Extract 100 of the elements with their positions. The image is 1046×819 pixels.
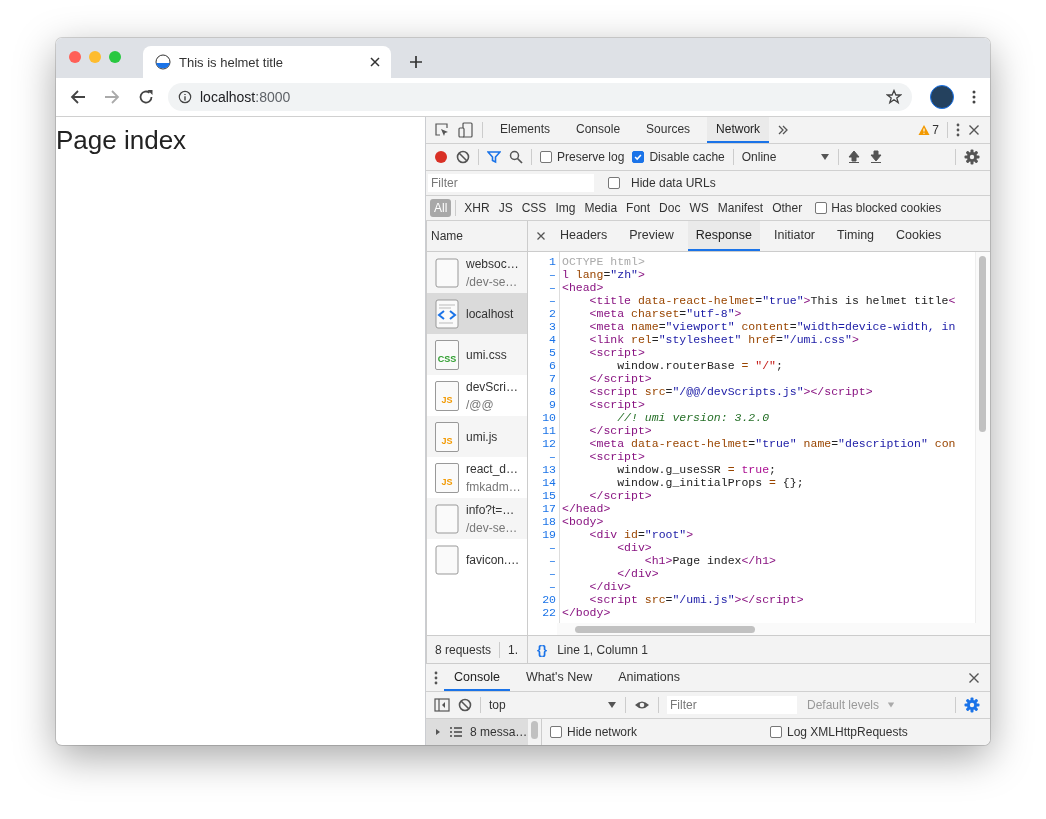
type-filter[interactable]: Manifest bbox=[713, 199, 768, 217]
column-header[interactable]: Name bbox=[431, 229, 463, 243]
avatar[interactable] bbox=[930, 85, 954, 109]
pretty-print-button[interactable]: {} bbox=[537, 642, 548, 657]
devtools-tab[interactable]: Network bbox=[707, 117, 770, 143]
device-toolbar-icon[interactable] bbox=[458, 122, 474, 138]
devtools-tab[interactable]: Sources bbox=[637, 117, 700, 143]
more-tabs-icon[interactable] bbox=[777, 124, 790, 136]
clear-icon[interactable] bbox=[456, 150, 470, 164]
record-icon[interactable] bbox=[434, 150, 448, 164]
line-number: – bbox=[548, 580, 556, 593]
search-icon[interactable] bbox=[509, 150, 523, 164]
scrollbar-thumb[interactable] bbox=[531, 721, 539, 739]
script-file-icon: JS bbox=[435, 380, 459, 411]
line-number: 14 bbox=[541, 476, 556, 489]
download-icon[interactable] bbox=[868, 150, 883, 164]
code-line: <link rel="stylesheet" href="/umi.css"> bbox=[588, 333, 859, 346]
scrollbar-thumb[interactable] bbox=[575, 626, 755, 633]
code-line: <script> bbox=[588, 346, 645, 359]
checkbox[interactable] bbox=[815, 202, 828, 214]
settings-icon[interactable] bbox=[964, 697, 980, 713]
upload-icon[interactable] bbox=[846, 150, 861, 164]
cursor-position: Line 1, Column 1 bbox=[557, 642, 648, 657]
request-path: /dev-se… bbox=[466, 274, 519, 289]
address-host: localhost bbox=[200, 89, 256, 105]
star-icon[interactable] bbox=[886, 89, 902, 105]
filter-icon[interactable] bbox=[487, 150, 501, 164]
drawer-tab[interactable]: Animations bbox=[608, 664, 690, 691]
type-filter[interactable]: WS bbox=[685, 199, 713, 217]
detail-tab[interactable]: Timing bbox=[829, 221, 883, 251]
request-row[interactable]: CSS umi.css bbox=[427, 334, 527, 375]
document-icon bbox=[435, 544, 459, 575]
close-icon[interactable] bbox=[968, 124, 980, 136]
request-row[interactable]: info?t=… /dev-se… bbox=[427, 498, 527, 539]
code-line: </div> bbox=[616, 567, 659, 580]
checkbox[interactable] bbox=[770, 726, 782, 738]
drawer-menu-icon[interactable] bbox=[434, 669, 438, 686]
type-filter[interactable]: CSS bbox=[517, 199, 551, 217]
checkbox[interactable] bbox=[608, 177, 620, 189]
detail-tab[interactable]: Cookies bbox=[888, 221, 950, 251]
address-bar[interactable]: localhost:8000 bbox=[168, 83, 912, 111]
devtools-tab[interactable]: Console bbox=[567, 117, 630, 143]
code-line: l lang="zh"> bbox=[562, 268, 645, 281]
drawer-tab[interactable]: Console bbox=[444, 664, 510, 691]
scrollbar-thumb[interactable] bbox=[979, 256, 986, 432]
detail-tab[interactable]: Preview bbox=[621, 221, 682, 251]
messages-item[interactable]: 8 messa… bbox=[426, 719, 529, 745]
dropdown-arrow-icon bbox=[607, 700, 617, 710]
checkbox[interactable] bbox=[550, 726, 562, 738]
type-filter[interactable]: Other bbox=[768, 199, 807, 217]
code-line: </head> bbox=[562, 502, 611, 515]
context-dropdown[interactable]: top bbox=[489, 698, 599, 712]
checkbox-label: Preserve log bbox=[557, 150, 625, 164]
type-filter[interactable]: Doc bbox=[655, 199, 685, 217]
clear-icon[interactable] bbox=[458, 698, 472, 712]
more-options-icon[interactable] bbox=[956, 122, 960, 138]
request-row[interactable]: JS umi.js bbox=[427, 416, 527, 457]
warning-count[interactable]: 7 bbox=[932, 123, 939, 137]
request-row[interactable]: websoc… /dev-se… bbox=[427, 252, 527, 293]
console-filter-field[interactable]: Filter bbox=[667, 696, 797, 714]
new-tab-icon[interactable] bbox=[409, 55, 423, 69]
stylesheet-file-icon: CSS bbox=[435, 339, 459, 370]
detail-tab[interactable]: Response bbox=[687, 221, 760, 251]
throttling-dropdown[interactable]: Online bbox=[741, 150, 812, 164]
document-icon bbox=[435, 503, 459, 534]
line-number: 18 bbox=[541, 515, 556, 528]
type-filter[interactable]: Font bbox=[622, 199, 655, 217]
detail-tab[interactable]: Initiator bbox=[766, 221, 823, 251]
type-filter[interactable]: Img bbox=[551, 199, 580, 217]
address-port: :8000 bbox=[255, 89, 291, 105]
checkbox[interactable] bbox=[540, 151, 552, 163]
code-line: window.g_useSSR = true; bbox=[616, 463, 776, 476]
script-file-icon: JS bbox=[435, 421, 459, 452]
browser-tab[interactable]: This is helmet title bbox=[143, 46, 391, 78]
settings-icon[interactable] bbox=[964, 149, 980, 165]
close-icon[interactable] bbox=[968, 671, 980, 684]
code-line: </script> bbox=[588, 489, 652, 502]
sidebar-toggle-icon[interactable] bbox=[434, 697, 450, 713]
detail-tab[interactable]: Headers bbox=[552, 221, 616, 251]
reload-icon[interactable] bbox=[138, 89, 154, 105]
checkbox[interactable] bbox=[632, 151, 645, 163]
type-filter[interactable]: JS bbox=[494, 199, 517, 217]
line-number: 10 bbox=[541, 411, 556, 424]
devtools-tab[interactable]: Elements bbox=[491, 117, 560, 143]
document-icon bbox=[435, 257, 459, 288]
inspect-element-icon[interactable] bbox=[434, 122, 450, 138]
close-icon[interactable] bbox=[369, 56, 381, 68]
code-file-icon bbox=[435, 298, 459, 329]
request-row[interactable]: localhost bbox=[427, 293, 527, 334]
drawer-tab[interactable]: What's New bbox=[515, 664, 603, 691]
menu-icon[interactable] bbox=[972, 89, 976, 105]
back-arrow-icon[interactable] bbox=[70, 89, 86, 105]
close-icon[interactable] bbox=[536, 231, 546, 241]
code-line: <meta charset="utf-8"> bbox=[588, 307, 742, 320]
line-number: – bbox=[548, 567, 556, 580]
request-name: umi.css bbox=[466, 347, 507, 362]
code-line: <h1>Page index</h1> bbox=[643, 554, 776, 567]
type-filter[interactable]: Media bbox=[580, 199, 622, 217]
type-filter[interactable]: XHR bbox=[460, 199, 494, 217]
filter-field[interactable]: Filter bbox=[428, 174, 594, 192]
